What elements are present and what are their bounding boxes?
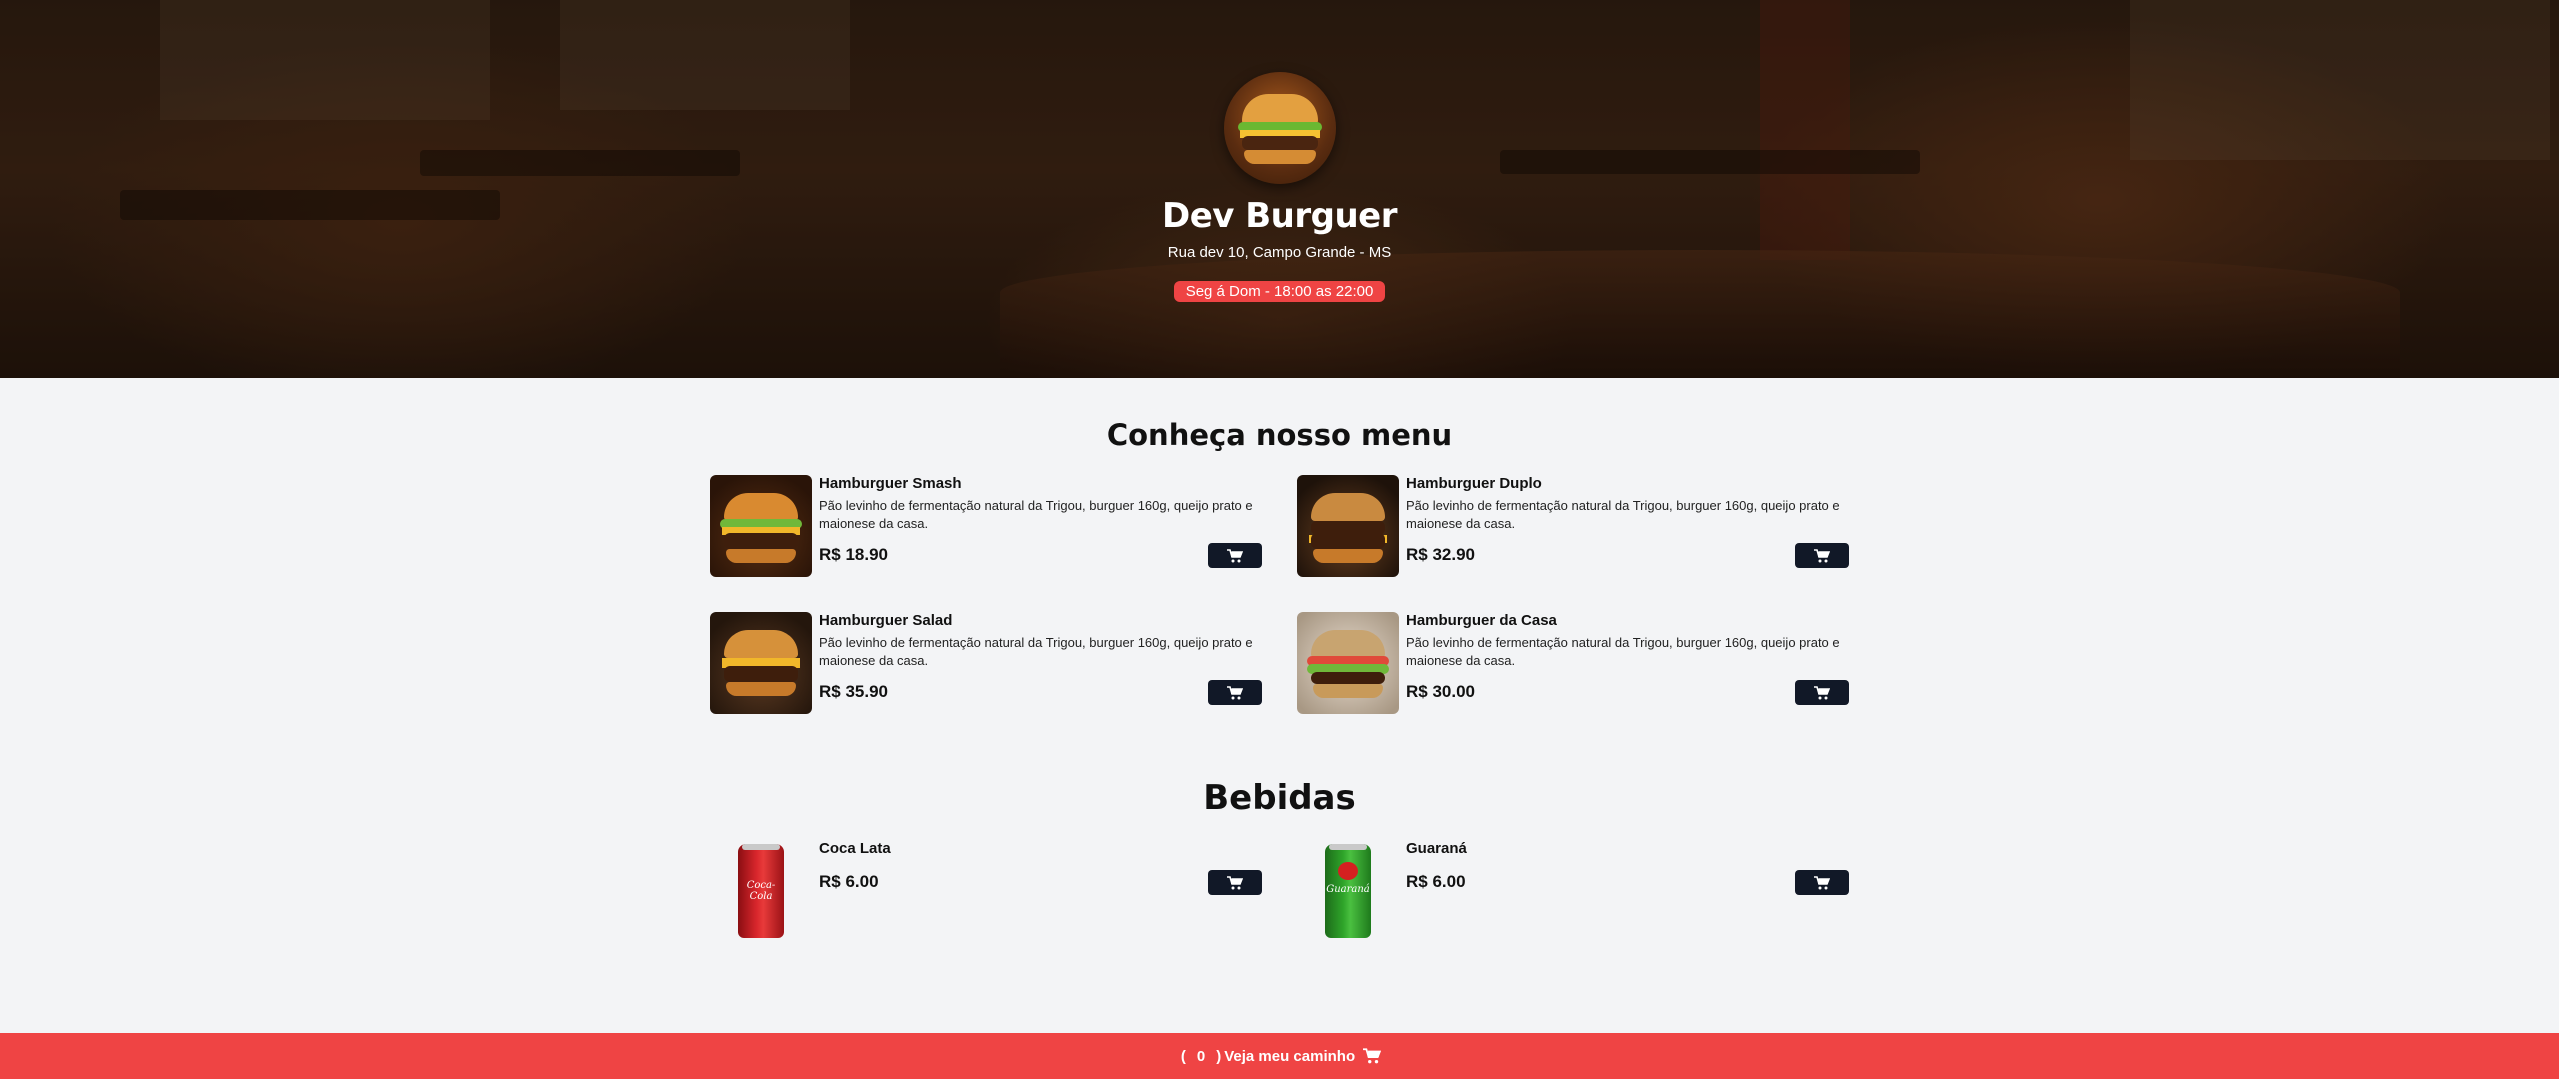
product-price: R$ 18.90	[819, 545, 888, 564]
menu-item: Hamburguer Duplo Pão levinho de fermenta…	[1297, 475, 1849, 577]
product-price: R$ 32.90	[1406, 545, 1475, 564]
product-name: Hamburguer Smash	[819, 475, 962, 492]
add-to-cart-button[interactable]	[1208, 680, 1262, 705]
menu-item: Hamburguer Salad Pão levinho de fermenta…	[710, 612, 1262, 714]
product-name: Hamburguer Duplo	[1406, 475, 1542, 492]
product-price: R$ 30.00	[1406, 682, 1475, 701]
product-description: Pão levinho de fermentação natural da Tr…	[819, 635, 1253, 668]
product-name: Hamburguer Salad	[819, 612, 953, 629]
add-to-cart-button[interactable]	[1208, 870, 1262, 895]
drink-item: Coca-Cola Coca Lata R$ 6.00	[710, 840, 1262, 942]
cart-icon	[1363, 1048, 1382, 1064]
product-price: R$ 6.00	[819, 872, 879, 891]
cart-count-open-paren: (	[1180, 1047, 1186, 1065]
product-image	[710, 475, 812, 577]
restaurant-address: Rua dev 10, Campo Grande - MS	[1167, 244, 1392, 261]
brand-title: Dev Burguer	[1161, 196, 1398, 236]
hero-content: Dev Burguer Rua dev 10, Campo Grande - M…	[0, 0, 2559, 378]
product-image: Guaraná	[1297, 840, 1399, 942]
product-description: Pão levinho de fermentação natural da Tr…	[819, 498, 1253, 531]
product-description: Pão levinho de fermentação natural da Tr…	[1406, 635, 1840, 668]
product-description: Pão levinho de fermentação natural da Tr…	[1406, 498, 1840, 531]
opening-hours-badge: Seg á Dom - 18:00 as 22:00	[1173, 281, 1386, 302]
add-to-cart-button[interactable]	[1208, 543, 1262, 568]
add-to-cart-button[interactable]	[1795, 680, 1849, 705]
cart-icon	[1227, 685, 1243, 699]
drink-item: Guaraná Guaraná R$ 6.00	[1297, 840, 1849, 942]
product-image	[1297, 612, 1399, 714]
menu-item: Hamburguer da Casa Pão levinho de fermen…	[1297, 612, 1849, 714]
product-name: Coca Lata	[819, 840, 891, 857]
menu-title: Conheça nosso menu	[1106, 418, 1453, 452]
hero-banner: Dev Burguer Rua dev 10, Campo Grande - M…	[0, 0, 2559, 378]
add-to-cart-button[interactable]	[1795, 543, 1849, 568]
cart-count: 0	[1196, 1047, 1206, 1065]
cart-icon	[1814, 685, 1830, 699]
product-price: R$ 35.90	[819, 682, 888, 701]
drinks-title: Bebidas	[1203, 778, 1356, 818]
add-to-cart-button[interactable]	[1795, 870, 1849, 895]
product-price: R$ 6.00	[1406, 872, 1466, 891]
product-name: Hamburguer da Casa	[1406, 612, 1557, 629]
logo	[1223, 72, 1336, 184]
cart-icon	[1814, 548, 1830, 562]
guarana-can-image: Guaraná	[1325, 844, 1371, 938]
cart-count-close-paren: )	[1216, 1047, 1222, 1065]
cart-icon	[1227, 548, 1243, 562]
view-cart-button[interactable]: ( 0 ) Veja meu caminho	[0, 1033, 2559, 1079]
product-name: Guaraná	[1406, 840, 1467, 857]
product-image: Coca-Cola	[710, 840, 812, 942]
menu-item: Hamburguer Smash Pão levinho de fermenta…	[710, 475, 1262, 577]
cart-icon	[1814, 875, 1830, 889]
view-cart-label: Veja meu caminho	[1224, 1047, 1356, 1065]
coke-can-image: Coca-Cola	[738, 844, 784, 938]
cart-icon	[1227, 875, 1243, 889]
product-image	[1297, 475, 1399, 577]
product-image	[710, 612, 812, 714]
